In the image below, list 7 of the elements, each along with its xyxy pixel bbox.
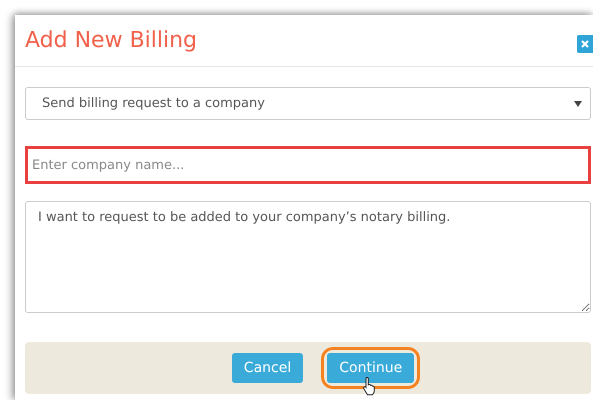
company-name-field[interactable]: Enter company name... (25, 146, 591, 184)
close-button[interactable] (577, 34, 593, 52)
close-icon (580, 38, 590, 48)
dialog-title: Add New Billing (25, 28, 198, 53)
dropdown-caret-icon (574, 100, 582, 106)
request-type-dropdown[interactable]: Send billing request to a company (25, 87, 591, 120)
message-field[interactable]: I want to request to be added to your company’s notary billing. (25, 201, 591, 313)
